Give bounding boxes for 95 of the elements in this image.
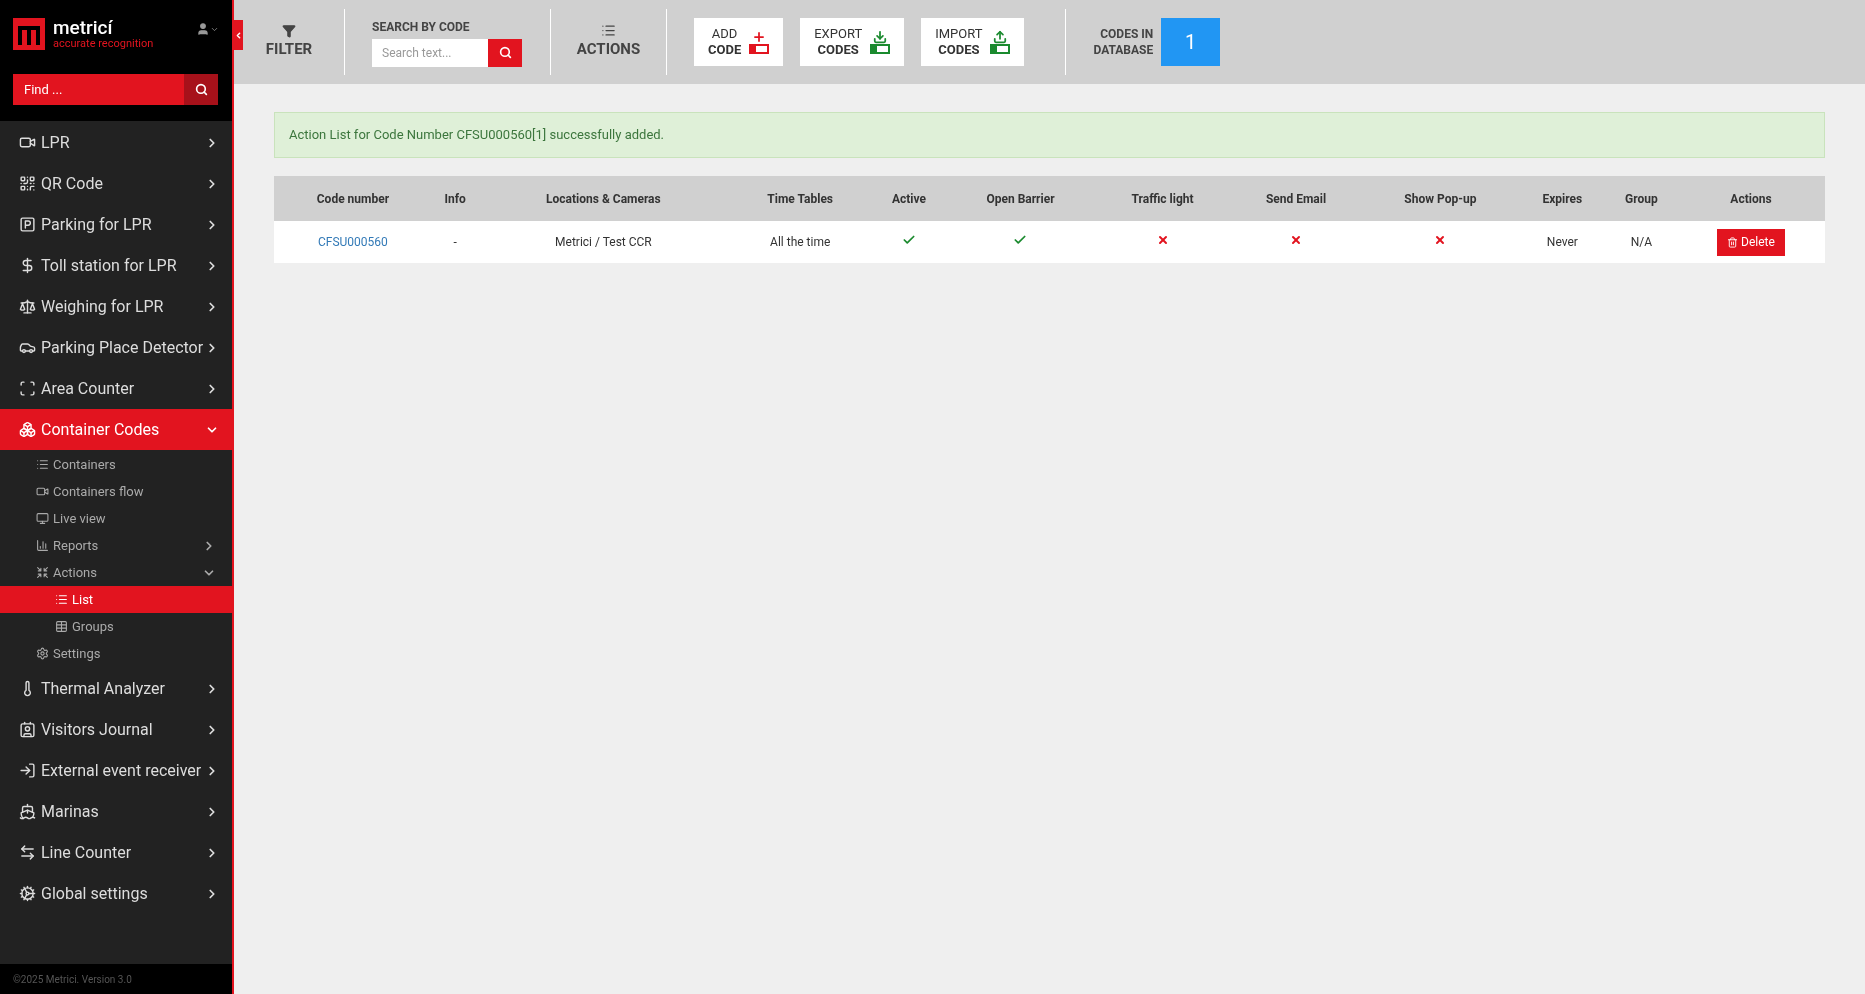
user-menu[interactable] (196, 22, 219, 36)
column-header: Expires (1519, 176, 1606, 221)
table-cell: All the time (770, 235, 831, 249)
column-header: Active (871, 176, 947, 221)
menu-item[interactable]: Marinas (0, 791, 232, 832)
search-field[interactable]: Search text... (372, 38, 488, 67)
menu-icon (19, 380, 36, 397)
logo-icon (13, 18, 45, 50)
column-header: Send Email (1230, 176, 1362, 221)
submenu-item[interactable]: Containers (0, 451, 232, 478)
search-button[interactable] (184, 74, 218, 105)
submenu-icon (36, 485, 49, 498)
menu-item[interactable]: Global settings (0, 873, 232, 914)
menu-item[interactable]: Container Codes (0, 409, 232, 450)
card-icon (870, 44, 891, 54)
cross-icon (1434, 234, 1447, 246)
menu-item[interactable]: Weighing for LPR (0, 286, 232, 327)
search-icon (498, 46, 512, 59)
submenu-icon (36, 647, 49, 660)
column-header: Locations & Cameras (478, 176, 729, 221)
search-label: SEARCH BY CODE (372, 18, 471, 36)
menu-item[interactable]: Parking for LPR (0, 204, 232, 245)
menu-item[interactable]: Parking Place Detector (0, 327, 232, 368)
submenu-item[interactable]: Groups (0, 613, 232, 640)
toolbar-action-icon (873, 30, 888, 44)
menu-icon (19, 421, 36, 438)
column-header: Group (1605, 176, 1677, 221)
search-button[interactable] (488, 38, 522, 67)
brand-tagline: accurate recognition (53, 38, 154, 49)
menu-icon (19, 216, 36, 233)
trash-icon (1727, 236, 1739, 248)
menu-icon (19, 762, 36, 779)
table-cell: - (453, 235, 457, 249)
menu-item[interactable]: Line Counter (0, 832, 232, 873)
table-cell: Never (1546, 235, 1578, 249)
submenu-item[interactable]: Actions (0, 559, 232, 586)
column-header: Time Tables (728, 176, 872, 221)
menu-item[interactable]: Thermal Analyzer (0, 668, 232, 709)
menu-icon (19, 721, 36, 738)
submenu-item[interactable]: Live view (0, 505, 232, 532)
cross-icon (1156, 234, 1169, 246)
list-icon (601, 23, 616, 39)
column-header: Open Barrier (946, 176, 1095, 221)
submenu-item[interactable]: Containers flow (0, 478, 232, 505)
toolbar-button[interactable]: ADD CODE (694, 18, 784, 66)
submenu-icon (36, 566, 49, 579)
menu-item[interactable]: Area Counter (0, 368, 232, 409)
menu-icon (19, 298, 36, 315)
actions-button[interactable]: ACTIONS (551, 23, 666, 61)
column-header: Actions (1676, 176, 1825, 221)
code-link[interactable]: CFSU000560 (318, 235, 388, 249)
count-badge: 1 (1161, 18, 1221, 66)
card-icon (749, 44, 770, 54)
menu-item[interactable]: QR Code (0, 163, 232, 204)
success-alert: Action List for Code Number CFSU000560[1] successfully added. (274, 112, 1825, 158)
column-header: Traffic light (1094, 176, 1231, 221)
card-icon (990, 44, 1011, 54)
filter-button[interactable]: FILTER (265, 23, 313, 61)
table-cell: Metrici / Test CCR (555, 235, 652, 249)
submenu-icon (36, 539, 49, 552)
toolbar-action-icon (993, 30, 1008, 44)
count-label: DATABASE (1093, 42, 1154, 58)
menu-item[interactable]: Visitors Journal (0, 709, 232, 750)
toolbar-action-icon (752, 30, 767, 44)
submenu-icon (36, 512, 49, 525)
find-field[interactable]: Find ... (13, 74, 184, 105)
submenu-icon (55, 620, 68, 633)
menu-icon (19, 885, 36, 902)
toolbar-button[interactable]: IMPORT CODES (921, 18, 1025, 66)
column-header: Info (431, 176, 479, 221)
menu-item[interactable]: External event receiver (0, 750, 232, 791)
submenu-item[interactable]: Reports (0, 532, 232, 559)
submenu-icon (55, 593, 68, 606)
toolbar-button[interactable]: EXPORT CODES (800, 18, 905, 66)
cross-icon (1290, 234, 1302, 246)
count-label: CODES IN (1100, 26, 1154, 42)
collapse-tab[interactable] (234, 20, 243, 50)
chevron-left-icon (234, 30, 243, 40)
menu-item[interactable]: LPR (0, 122, 232, 163)
search-icon (194, 83, 208, 96)
submenu-item[interactable]: Settings (0, 640, 232, 667)
submenu-item[interactable]: List (0, 586, 232, 613)
column-header: Show Pop-up (1361, 176, 1520, 221)
filter-icon (282, 23, 296, 38)
menu-icon (19, 175, 36, 192)
user-icon (196, 22, 210, 36)
column-header: Code number (274, 176, 432, 221)
menu-icon (19, 803, 36, 820)
footer-text: ©2025 Metrici. Version 3.0 (13, 972, 132, 987)
submenu-icon (36, 458, 49, 471)
brand-name: metricí (53, 18, 114, 37)
menu-icon (19, 844, 36, 861)
menu-item[interactable]: Toll station for LPR (0, 245, 232, 286)
delete-button[interactable]: Delete (1717, 228, 1785, 256)
table-cell: N/A (1630, 235, 1652, 249)
